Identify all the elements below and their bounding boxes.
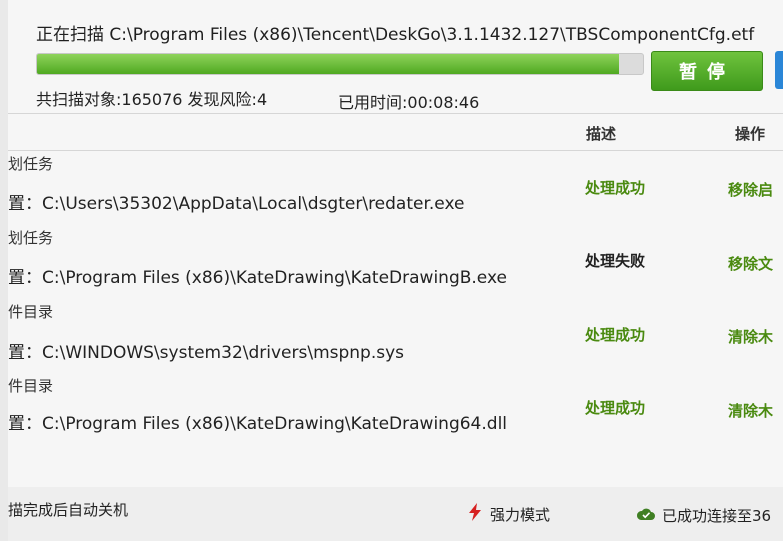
auto-shutdown-option[interactable]: 描完成后自动关机: [8, 499, 128, 520]
connection-status: 已成功连接至36: [636, 505, 771, 526]
action-link[interactable]: 移除文: [728, 253, 773, 274]
scan-progress-fill: [37, 54, 619, 74]
risk-path: 置：C:\Users\35302\AppData\Local\dsgter\re…: [8, 194, 465, 214]
risk-path: 置：C:\Program Files (x86)\KateDrawing\Kat…: [8, 268, 507, 288]
risk-path: 置：C:\Program Files (x86)\KateDrawing\Kat…: [8, 414, 508, 434]
risk-type: 件目录: [8, 303, 54, 321]
power-mode-toggle[interactable]: 强力模式: [468, 503, 550, 525]
cloud-check-icon: [636, 507, 656, 525]
risk-type: 划任务: [8, 229, 54, 247]
action-link[interactable]: 移除启: [728, 179, 773, 200]
risk-path: 置：C:\WINDOWS\system32\drivers\mspnp.sys: [8, 343, 405, 363]
pause-button[interactable]: 暂停: [651, 51, 763, 91]
risk-type: 件目录: [8, 377, 54, 395]
status-badge: 处理成功: [585, 326, 646, 344]
scan-status-text: 正在扫描 C:\Program Files (x86)\Tencent\Desk…: [36, 25, 755, 45]
scan-progress-bar: [36, 53, 644, 75]
status-badge: 处理成功: [585, 179, 646, 197]
status-badge: 处理成功: [585, 399, 646, 417]
lightning-icon: [468, 503, 482, 525]
scan-object-count: 共扫描对象:165076 发现风险:4: [36, 90, 268, 109]
table-header-divider: [8, 150, 783, 151]
status-footer: 描完成后自动关机 强力模式 已成功连接至36: [8, 487, 783, 541]
partial-blue-button[interactable]: [775, 51, 783, 89]
column-header-action: 操作: [735, 125, 766, 143]
connection-label: 已成功连接至36: [662, 507, 772, 525]
header-divider: [8, 113, 783, 114]
scan-window: 正在扫描 C:\Program Files (x86)\Tencent\Desk…: [8, 0, 783, 541]
action-link[interactable]: 清除木: [728, 400, 773, 421]
column-header-description: 描述: [586, 125, 617, 143]
status-badge: 处理失败: [585, 252, 646, 270]
risk-type: 划任务: [8, 155, 54, 173]
power-mode-label: 强力模式: [490, 505, 551, 524]
action-link[interactable]: 清除木: [728, 326, 773, 347]
elapsed-time: 已用时间:00:08:46: [338, 93, 480, 112]
